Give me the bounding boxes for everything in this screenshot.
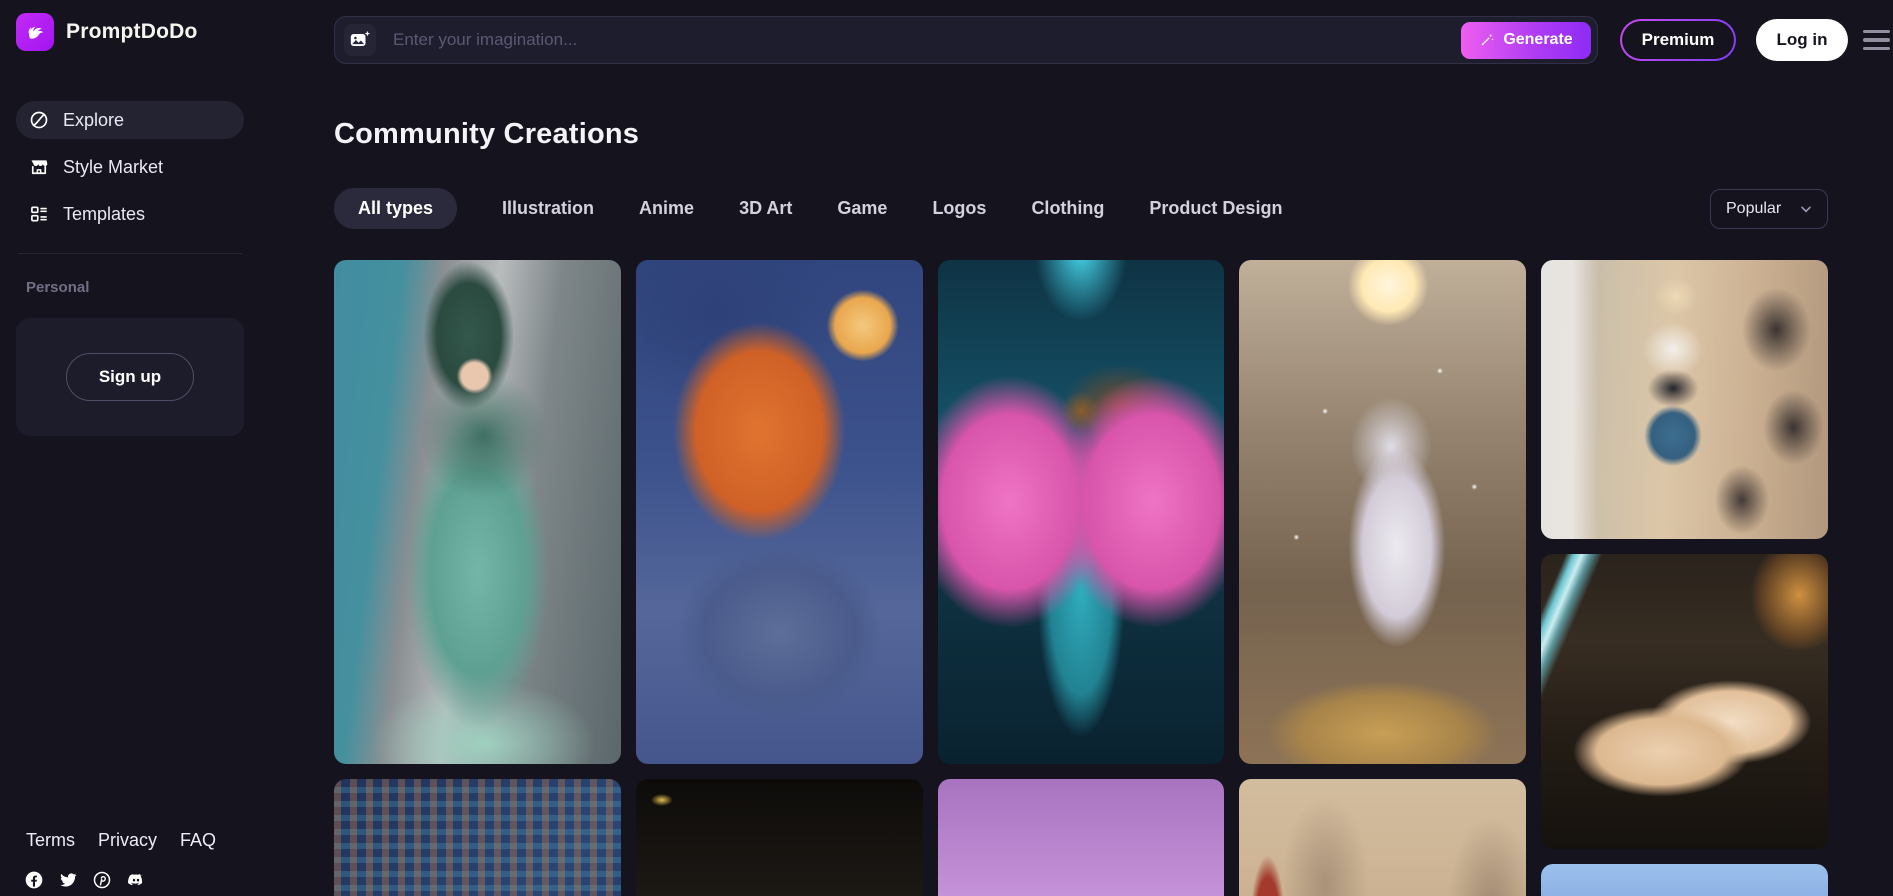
sidebar-item-label: Explore (63, 109, 125, 130)
discord-icon[interactable] (126, 870, 146, 890)
dodo-swirl-icon (22, 19, 48, 45)
filter-row: All types Illustration Anime 3D Art Game… (334, 188, 1828, 229)
premium-button[interactable]: Premium (1620, 19, 1736, 61)
gallery-column (937, 260, 1225, 896)
templates-grid-icon (29, 204, 49, 224)
tab-logos[interactable]: Logos (932, 198, 986, 219)
gallery-image[interactable] (635, 779, 923, 896)
gallery-image[interactable] (1541, 864, 1828, 896)
compass-icon (29, 110, 49, 130)
topbar: Generate Premium Log in (334, 16, 1893, 64)
tab-3d-art[interactable]: 3D Art (739, 198, 792, 219)
gallery-image[interactable] (1239, 779, 1527, 896)
sidebar-item-explore[interactable]: Explore (16, 101, 244, 139)
gallery-image[interactable] (334, 779, 621, 896)
gallery-column (635, 260, 923, 896)
terms-link[interactable]: Terms (26, 830, 75, 851)
tab-game[interactable]: Game (837, 198, 887, 219)
generate-button-label: Generate (1503, 31, 1573, 48)
social-links (24, 870, 244, 890)
facebook-icon[interactable] (24, 870, 44, 890)
sort-selected-value: Popular (1726, 199, 1782, 217)
footer-links: Terms Privacy FAQ (26, 830, 244, 851)
prompt-bar: Generate (334, 16, 1598, 64)
gallery-image[interactable] (1541, 260, 1828, 539)
page-title: Community Creations (334, 118, 640, 150)
sidebar-item-templates[interactable]: Templates (16, 195, 244, 233)
signup-card: Sign up (16, 318, 244, 436)
privacy-link[interactable]: Privacy (98, 830, 157, 851)
tab-all-types[interactable]: All types (334, 188, 458, 229)
storefront-icon (29, 157, 49, 177)
gallery-image[interactable] (334, 260, 621, 764)
tab-anime[interactable]: Anime (639, 198, 694, 219)
sidebar-divider (18, 253, 242, 254)
pinterest-icon[interactable] (92, 870, 112, 890)
generate-button[interactable]: Generate (1461, 21, 1591, 59)
upload-image-button[interactable] (344, 24, 376, 56)
gallery-column (1239, 260, 1527, 896)
sidebar-item-label: Templates (63, 203, 146, 224)
faq-link[interactable]: FAQ (180, 830, 216, 851)
hamburger-menu-icon[interactable] (1863, 29, 1890, 51)
brand-name: PromptDoDo (66, 20, 198, 43)
brand: PromptDoDo (16, 13, 244, 51)
gallery-image[interactable] (635, 260, 923, 764)
tab-illustration[interactable]: Illustration (502, 198, 594, 219)
sidebar-item-label: Style Market (63, 156, 164, 177)
gallery-image[interactable] (937, 260, 1225, 764)
chevron-down-icon (1798, 201, 1814, 217)
gallery-image[interactable] (937, 779, 1225, 896)
login-button[interactable]: Log in (1756, 19, 1848, 61)
sidebar-item-style-market[interactable]: Style Market (16, 148, 244, 186)
gallery-grid (334, 260, 1828, 896)
sidebar-footer: Terms Privacy FAQ (16, 830, 244, 890)
tab-clothing[interactable]: Clothing (1031, 198, 1104, 219)
gallery-column (1541, 260, 1828, 896)
gallery-image[interactable] (1239, 260, 1527, 764)
magic-wand-icon (1479, 32, 1495, 48)
tab-product-design[interactable]: Product Design (1149, 198, 1282, 219)
sort-dropdown[interactable]: Popular (1710, 188, 1828, 229)
twitter-icon[interactable] (58, 870, 78, 890)
filter-tabs: All types Illustration Anime 3D Art Game… (334, 188, 1282, 229)
signup-button[interactable]: Sign up (66, 353, 194, 401)
image-add-icon (349, 29, 371, 51)
brand-logo[interactable] (16, 13, 54, 51)
content-area: Community Creations All types Illustrati… (334, 64, 1893, 896)
prompt-input[interactable] (393, 30, 1461, 50)
sidebar: PromptDoDo Explore Style Market Template… (0, 0, 260, 896)
sidebar-nav: Explore Style Market Templates (16, 101, 244, 233)
personal-section-label: Personal (26, 279, 90, 296)
main-column: Generate Premium Log in Community Creati… (260, 0, 1893, 896)
gallery-image[interactable] (1541, 554, 1828, 849)
gallery-column (334, 260, 621, 896)
